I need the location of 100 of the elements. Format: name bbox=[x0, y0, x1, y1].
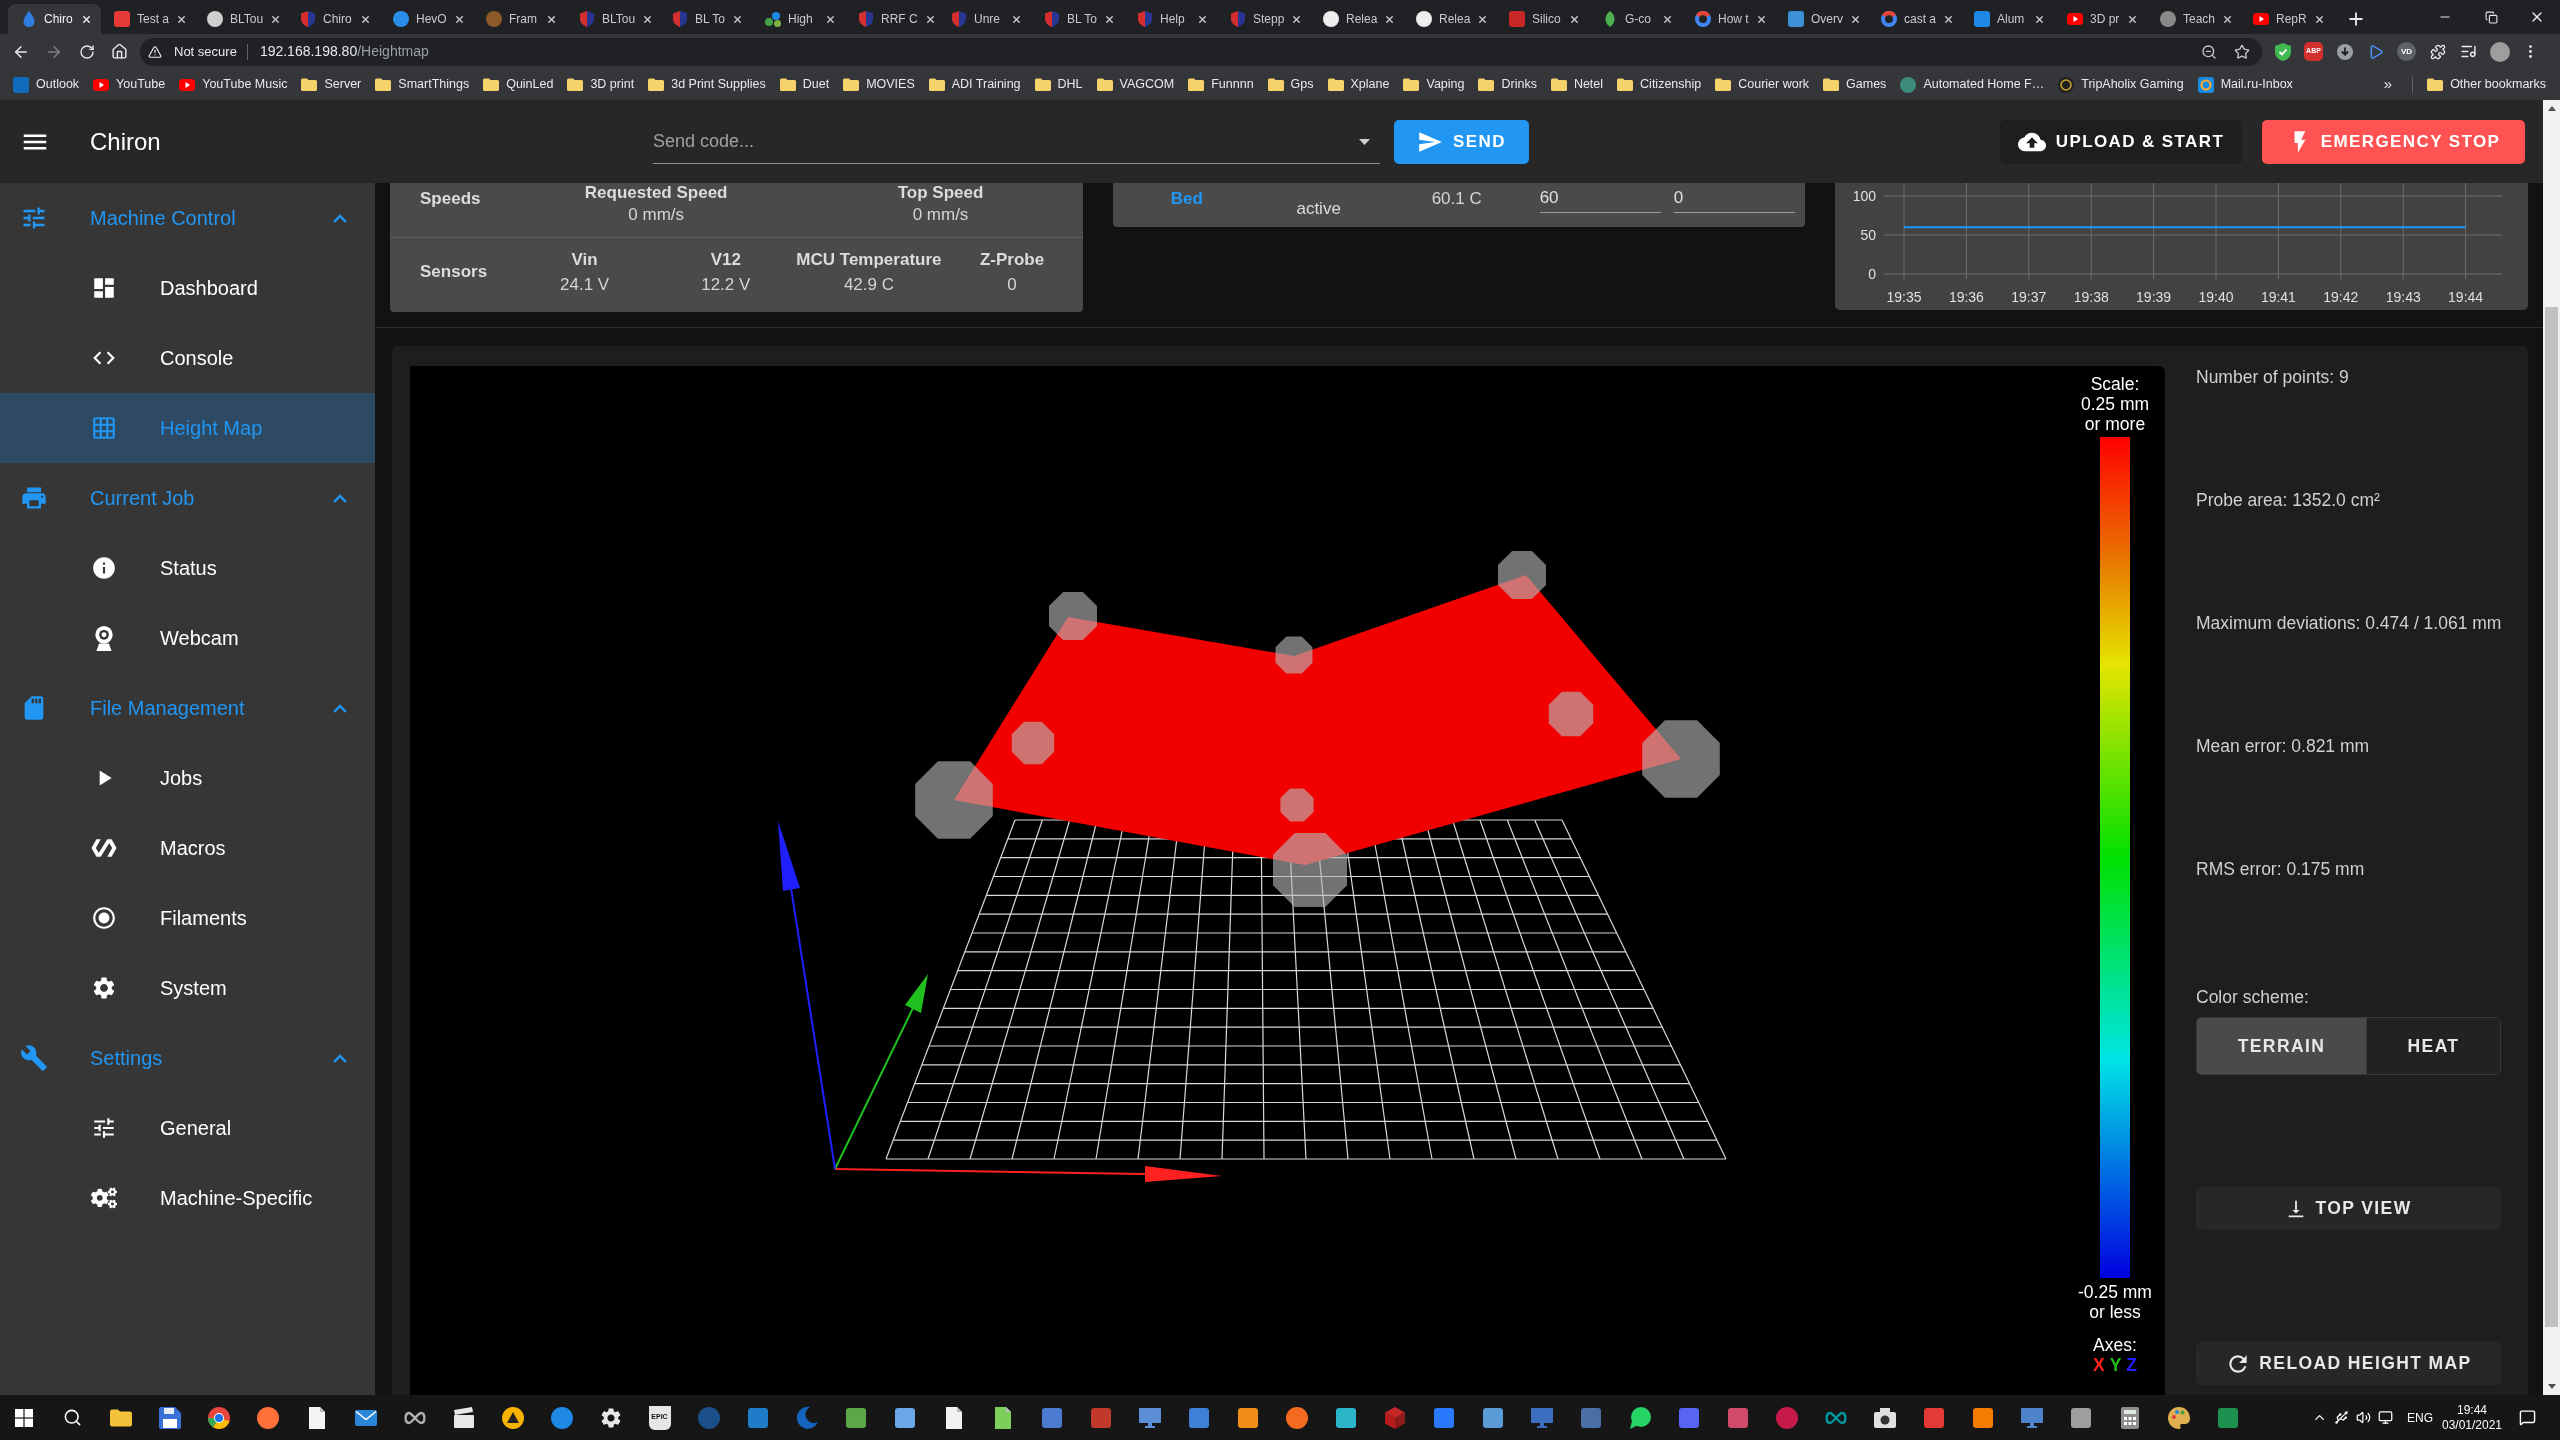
tile-icon[interactable] bbox=[1333, 1405, 1358, 1430]
tile-icon[interactable] bbox=[1578, 1405, 1603, 1430]
close-icon[interactable] bbox=[825, 13, 836, 25]
bookmark[interactable]: Automated Home F… bbox=[1893, 72, 2052, 97]
browser-tab[interactable]: Teach bbox=[2147, 4, 2240, 34]
sidebar-group-header[interactable]: Machine Control bbox=[0, 183, 375, 253]
crescent-icon[interactable] bbox=[794, 1405, 819, 1430]
bookmark[interactable]: QuinLed bbox=[476, 72, 561, 97]
close-icon[interactable] bbox=[270, 13, 282, 25]
close-icon[interactable] bbox=[1662, 13, 1673, 25]
close-icon[interactable] bbox=[453, 13, 465, 25]
browser-tab[interactable]: Chiro bbox=[8, 4, 101, 34]
close-icon[interactable] bbox=[1291, 13, 1303, 25]
sidebar-item[interactable]: General bbox=[0, 1093, 375, 1163]
camera-icon[interactable] bbox=[1872, 1405, 1897, 1430]
search-icon[interactable] bbox=[62, 1408, 82, 1427]
close-icon[interactable] bbox=[1104, 13, 1116, 25]
browser-tab[interactable]: Relea bbox=[1310, 4, 1403, 34]
shield-icon[interactable] bbox=[2274, 42, 2291, 61]
tile-icon[interactable] bbox=[1970, 1405, 1995, 1430]
circle-icon[interactable] bbox=[255, 1405, 280, 1430]
sidebar-item[interactable]: Macros bbox=[0, 813, 375, 883]
sidebar-item[interactable]: System bbox=[0, 953, 375, 1023]
sidebar-group-header[interactable]: Settings bbox=[0, 1023, 375, 1093]
bookmark[interactable]: 3d Print Supplies bbox=[641, 72, 773, 97]
bookmark[interactable]: Drinks bbox=[1471, 72, 1544, 97]
bookmark[interactable]: ADI Training bbox=[921, 72, 1028, 97]
bookmark[interactable]: Funnnn bbox=[1181, 72, 1261, 97]
tile-icon[interactable] bbox=[1725, 1405, 1750, 1430]
reload-icon[interactable] bbox=[78, 43, 95, 60]
bookmark[interactable]: Netel bbox=[1543, 72, 1611, 97]
height-map-viewer[interactable]: Scale: 0.25 mm or more -0.25 mm or less Axes: X Y Z bbox=[410, 366, 2165, 1395]
extension-button[interactable]: VD bbox=[2397, 42, 2416, 61]
bookmark[interactable]: Outlook bbox=[6, 72, 87, 97]
monitor-icon[interactable] bbox=[1529, 1405, 1554, 1430]
tile-icon[interactable] bbox=[1676, 1405, 1701, 1430]
bookmark[interactable]: MOVIES bbox=[836, 72, 922, 97]
bookmark[interactable]: Games bbox=[1816, 72, 1894, 97]
close-icon[interactable] bbox=[1943, 13, 1954, 25]
close-icon[interactable] bbox=[924, 13, 936, 25]
sidebar-item[interactable]: Webcam bbox=[0, 603, 375, 673]
color-scheme-toggle[interactable]: HEAT bbox=[2367, 1018, 2500, 1074]
close-icon[interactable] bbox=[1011, 13, 1022, 25]
tile-icon[interactable] bbox=[2068, 1405, 2093, 1430]
language-indicator[interactable]: ENG bbox=[2407, 1408, 2433, 1427]
bookmark[interactable]: YouTube bbox=[86, 72, 173, 97]
bookmark[interactable]: 3D print bbox=[560, 72, 642, 97]
bookmark[interactable]: Duet bbox=[772, 72, 837, 97]
close-icon[interactable] bbox=[1477, 13, 1489, 25]
bookmark[interactable]: Mail.ru-Inbox bbox=[2190, 72, 2300, 97]
notifications-icon[interactable] bbox=[2518, 1409, 2536, 1426]
tile-icon[interactable] bbox=[1431, 1405, 1456, 1430]
standby-temperature-field[interactable]: 0 bbox=[1673, 183, 1795, 213]
bookmark[interactable]: Xplane bbox=[1320, 72, 1397, 97]
dropdown-caret-icon[interactable] bbox=[1359, 138, 1370, 145]
upload-start-button[interactable]: UPLOAD & START bbox=[2000, 119, 2242, 164]
home-icon[interactable] bbox=[111, 43, 128, 60]
close-icon[interactable] bbox=[546, 13, 557, 25]
close-icon[interactable] bbox=[2034, 13, 2045, 25]
circle-icon[interactable] bbox=[1774, 1405, 1799, 1430]
security-indicator[interactable]: Not secure bbox=[148, 41, 237, 62]
speaker-icon[interactable] bbox=[2355, 1410, 2371, 1425]
close-icon[interactable] bbox=[2222, 13, 2234, 25]
browser-tab[interactable]: RepR bbox=[2240, 4, 2333, 34]
close-icon[interactable] bbox=[1384, 13, 1396, 25]
start-menu-icon[interactable] bbox=[15, 1408, 33, 1427]
sidebar-item[interactable]: Status bbox=[0, 533, 375, 603]
browser-tab[interactable]: Overv bbox=[1775, 4, 1868, 34]
sidebar-item[interactable]: Console bbox=[0, 323, 375, 393]
sidebar-group-header[interactable]: Current Job bbox=[0, 463, 375, 533]
download-icon[interactable] bbox=[2336, 43, 2353, 60]
bookmark[interactable]: TripAholix Gaming bbox=[2051, 72, 2191, 97]
browser-tab[interactable]: Relea bbox=[1403, 4, 1496, 34]
bookmark[interactable]: YouTube Music bbox=[172, 72, 295, 97]
tile-icon[interactable] bbox=[1921, 1405, 1946, 1430]
close-icon[interactable] bbox=[81, 13, 92, 25]
sidebar-item[interactable]: Filaments bbox=[0, 883, 375, 953]
cube-icon[interactable] bbox=[1382, 1405, 1407, 1430]
puzzle-piece-icon[interactable] bbox=[2429, 43, 2446, 60]
browser-tab[interactable]: BL To bbox=[659, 4, 752, 34]
bookmark[interactable]: Gps bbox=[1260, 72, 1321, 97]
close-icon[interactable] bbox=[2313, 13, 2325, 25]
browser-tab[interactable]: cast a bbox=[1868, 4, 1961, 34]
color-scheme-toggle[interactable]: TERRAIN bbox=[2197, 1018, 2367, 1074]
bookmark[interactable]: DHL bbox=[1027, 72, 1090, 97]
close-icon[interactable] bbox=[176, 13, 187, 25]
code-input-field[interactable]: Send code... bbox=[653, 119, 1380, 164]
bookmark[interactable]: Courier work bbox=[1708, 72, 1817, 97]
tile-icon[interactable] bbox=[892, 1405, 917, 1430]
usb-icon[interactable] bbox=[2333, 1410, 2349, 1425]
scroll-down-arrow-icon[interactable] bbox=[2547, 1384, 2556, 1389]
sidebar-group-header[interactable]: File Management bbox=[0, 673, 375, 743]
sidebar-item[interactable]: Machine-Specific bbox=[0, 1163, 375, 1233]
browser-tab[interactable]: Stepp bbox=[1217, 4, 1310, 34]
tile-icon[interactable] bbox=[1186, 1405, 1211, 1430]
browser-tab[interactable]: Silico bbox=[1496, 4, 1589, 34]
browser-tab[interactable]: Alum bbox=[1961, 4, 2054, 34]
tile-icon[interactable] bbox=[1088, 1405, 1113, 1430]
tile-icon[interactable] bbox=[745, 1405, 770, 1430]
bookmark[interactable]: Vaping bbox=[1396, 72, 1472, 97]
